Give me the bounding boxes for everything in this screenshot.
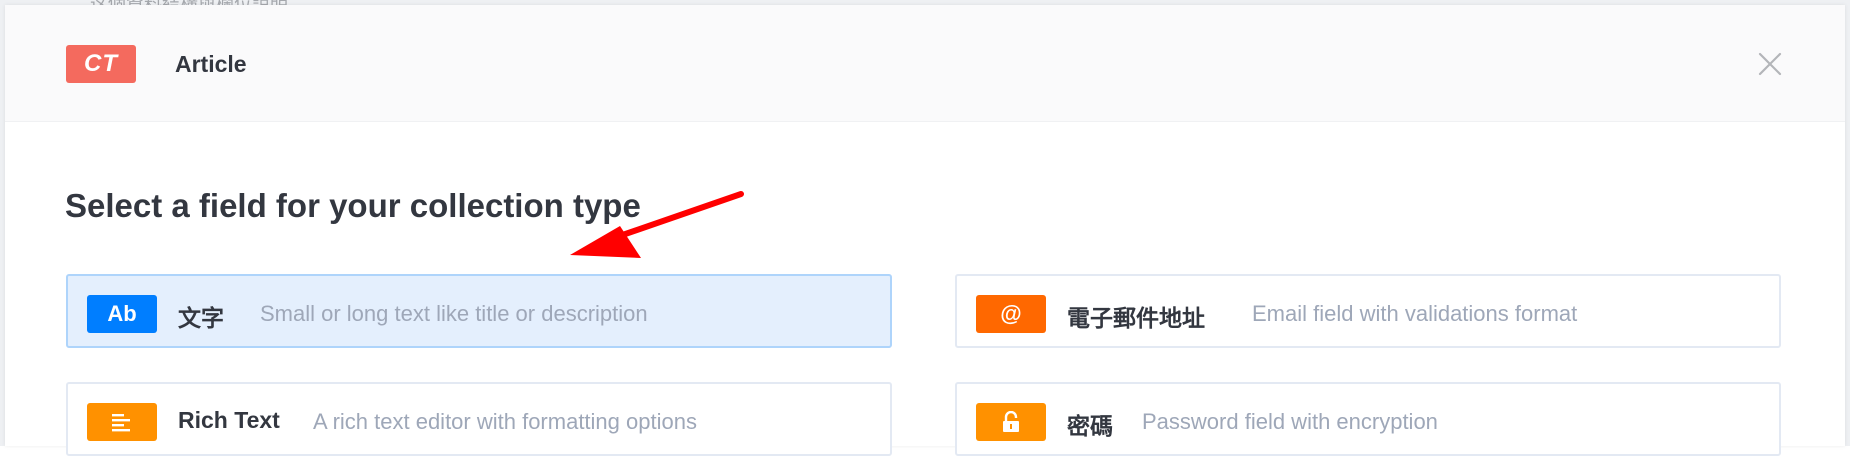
- password-field-icon: [976, 403, 1046, 441]
- field-type-modal: CT Article Select a field for your colle…: [5, 5, 1845, 456]
- email-field-icon: @: [976, 295, 1046, 333]
- field-description-text: Small or long text like title or descrip…: [260, 301, 648, 326]
- field-name-text: 文字: [178, 305, 224, 331]
- field-description-email: Email field with validations format: [1252, 301, 1578, 326]
- align-left-icon: [112, 414, 130, 432]
- close-icon: [1758, 52, 1782, 76]
- section-title: Select a field for your collection type: [65, 187, 641, 224]
- field-name-password: 密碼: [1067, 413, 1113, 439]
- field-option-text[interactable]: Ab 文字 Small or long text like title or d…: [66, 274, 892, 348]
- collection-type-badge: CT: [66, 45, 136, 83]
- close-button[interactable]: [1757, 51, 1783, 77]
- field-option-rich-text[interactable]: Rich Text A rich text editor with format…: [66, 382, 892, 456]
- field-option-password[interactable]: 密碼 Password field with encryption: [955, 382, 1781, 456]
- text-field-icon: Ab: [87, 295, 157, 333]
- field-name-email: 電子郵件地址: [1067, 305, 1205, 331]
- field-name-rich-text: Rich Text: [178, 407, 280, 433]
- richtext-field-icon: [87, 403, 157, 441]
- modal-title: Article: [175, 51, 247, 77]
- field-option-email[interactable]: @ 電子郵件地址 Email field with validations fo…: [955, 274, 1781, 348]
- modal-header: CT Article: [5, 5, 1845, 122]
- field-description-password: Password field with encryption: [1142, 409, 1438, 434]
- field-description-rich-text: A rich text editor with formatting optio…: [313, 409, 697, 434]
- unlock-icon: [1003, 411, 1019, 432]
